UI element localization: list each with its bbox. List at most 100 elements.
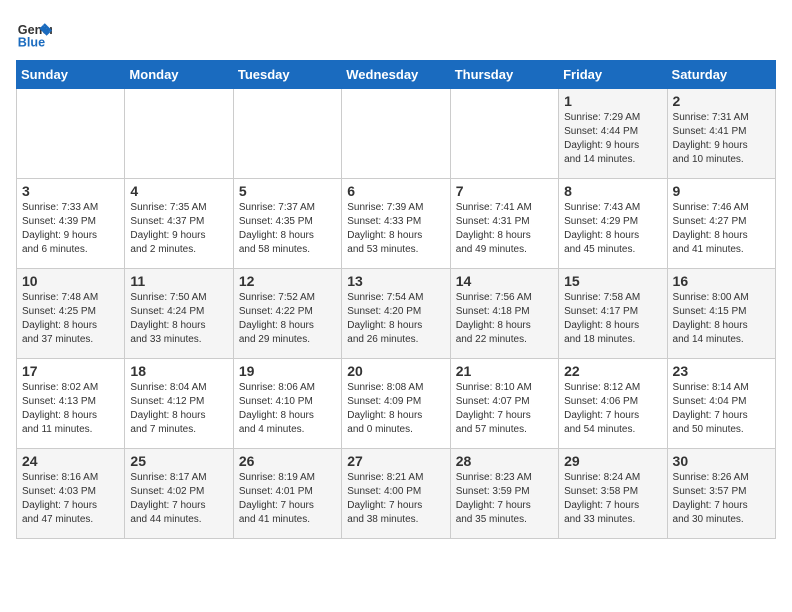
- calendar-week-row: 3Sunrise: 7:33 AM Sunset: 4:39 PM Daylig…: [17, 179, 776, 269]
- weekday-header-saturday: Saturday: [667, 61, 775, 89]
- weekday-header-wednesday: Wednesday: [342, 61, 450, 89]
- logo-icon: General Blue: [16, 16, 52, 52]
- day-info: Sunrise: 8:00 AM Sunset: 4:15 PM Dayligh…: [673, 291, 770, 347]
- day-info: Sunrise: 8:21 AM Sunset: 4:00 PM Dayligh…: [347, 471, 444, 527]
- day-number: 17: [22, 363, 119, 379]
- day-number: 1: [564, 93, 661, 109]
- day-number: 22: [564, 363, 661, 379]
- calendar-table: SundayMondayTuesdayWednesdayThursdayFrid…: [16, 60, 776, 539]
- day-number: 12: [239, 273, 336, 289]
- page-header: General Blue: [16, 16, 776, 52]
- calendar-cell: 2 Sunrise: 7:31 AM Sunset: 4:41 PM Daylig…: [667, 89, 775, 179]
- calendar-cell: 20Sunrise: 8:08 AM Sunset: 4:09 PM Dayli…: [342, 359, 450, 449]
- calendar-cell: 5Sunrise: 7:37 AM Sunset: 4:35 PM Daylig…: [233, 179, 341, 269]
- day-info: Sunrise: 8:26 AM Sunset: 3:57 PM Dayligh…: [673, 471, 770, 527]
- day-info: Sunrise: 8:19 AM Sunset: 4:01 PM Dayligh…: [239, 471, 336, 527]
- calendar-cell: 24Sunrise: 8:16 AM Sunset: 4:03 PM Dayli…: [17, 449, 125, 539]
- day-info: Sunrise: 7:58 AM Sunset: 4:17 PM Dayligh…: [564, 291, 661, 347]
- calendar-header: SundayMondayTuesdayWednesdayThursdayFrid…: [17, 61, 776, 89]
- calendar-cell: [233, 89, 341, 179]
- day-info: Sunrise: 7:50 AM Sunset: 4:24 PM Dayligh…: [130, 291, 227, 347]
- day-info: Sunrise: 8:06 AM Sunset: 4:10 PM Dayligh…: [239, 381, 336, 437]
- calendar-cell: 25 Sunrise: 8:17 AM Sunset: 4:02 PM Dayli…: [125, 449, 233, 539]
- day-number: 2: [673, 93, 770, 109]
- calendar-cell: [342, 89, 450, 179]
- day-number: 10: [22, 273, 119, 289]
- calendar-cell: 11 Sunrise: 7:50 AM Sunset: 4:24 PM Dayli…: [125, 269, 233, 359]
- day-info: Sunrise: 8:10 AM Sunset: 4:07 PM Dayligh…: [456, 381, 553, 437]
- day-number: 27: [347, 453, 444, 469]
- day-number: 28: [456, 453, 553, 469]
- calendar-cell: 23Sunrise: 8:14 AM Sunset: 4:04 PM Dayli…: [667, 359, 775, 449]
- calendar-cell: 30 Sunrise: 8:26 AM Sunset: 3:57 PM Dayli…: [667, 449, 775, 539]
- day-info: Sunrise: 7:29 AM Sunset: 4:44 PM Dayligh…: [564, 111, 661, 167]
- day-info: Sunrise: 8:24 AM Sunset: 3:58 PM Dayligh…: [564, 471, 661, 527]
- calendar-cell: 6 Sunrise: 7:39 AM Sunset: 4:33 PM Daylig…: [342, 179, 450, 269]
- day-number: 9: [673, 183, 770, 199]
- day-number: 14: [456, 273, 553, 289]
- day-info: Sunrise: 7:35 AM Sunset: 4:37 PM Dayligh…: [130, 201, 227, 257]
- weekday-header-tuesday: Tuesday: [233, 61, 341, 89]
- calendar-cell: 14 Sunrise: 7:56 AM Sunset: 4:18 PM Dayli…: [450, 269, 558, 359]
- calendar-cell: 28 Sunrise: 8:23 AM Sunset: 3:59 PM Dayli…: [450, 449, 558, 539]
- calendar-cell: 17 Sunrise: 8:02 AM Sunset: 4:13 PM Dayli…: [17, 359, 125, 449]
- logo: General Blue: [16, 16, 56, 52]
- day-number: 11: [130, 273, 227, 289]
- weekday-header-thursday: Thursday: [450, 61, 558, 89]
- day-info: Sunrise: 7:41 AM Sunset: 4:31 PM Dayligh…: [456, 201, 553, 257]
- day-number: 3: [22, 183, 119, 199]
- day-info: Sunrise: 8:17 AM Sunset: 4:02 PM Dayligh…: [130, 471, 227, 527]
- day-info: Sunrise: 7:39 AM Sunset: 4:33 PM Dayligh…: [347, 201, 444, 257]
- day-number: 15: [564, 273, 661, 289]
- day-info: Sunrise: 7:54 AM Sunset: 4:20 PM Dayligh…: [347, 291, 444, 347]
- day-info: Sunrise: 8:23 AM Sunset: 3:59 PM Dayligh…: [456, 471, 553, 527]
- calendar-cell: 18Sunrise: 8:04 AM Sunset: 4:12 PM Dayli…: [125, 359, 233, 449]
- day-number: 8: [564, 183, 661, 199]
- calendar-cell: [450, 89, 558, 179]
- day-number: 4: [130, 183, 227, 199]
- day-number: 6: [347, 183, 444, 199]
- calendar-cell: 12 Sunrise: 7:52 AM Sunset: 4:22 PM Dayli…: [233, 269, 341, 359]
- calendar-cell: 1 Sunrise: 7:29 AM Sunset: 4:44 PM Daylig…: [559, 89, 667, 179]
- day-info: Sunrise: 7:46 AM Sunset: 4:27 PM Dayligh…: [673, 201, 770, 257]
- day-info: Sunrise: 7:52 AM Sunset: 4:22 PM Dayligh…: [239, 291, 336, 347]
- day-info: Sunrise: 7:56 AM Sunset: 4:18 PM Dayligh…: [456, 291, 553, 347]
- calendar-week-row: 1 Sunrise: 7:29 AM Sunset: 4:44 PM Daylig…: [17, 89, 776, 179]
- calendar-cell: 3Sunrise: 7:33 AM Sunset: 4:39 PM Daylig…: [17, 179, 125, 269]
- calendar-cell: 16 Sunrise: 8:00 AM Sunset: 4:15 PM Dayli…: [667, 269, 775, 359]
- calendar-cell: 27 Sunrise: 8:21 AM Sunset: 4:00 PM Dayli…: [342, 449, 450, 539]
- day-info: Sunrise: 8:12 AM Sunset: 4:06 PM Dayligh…: [564, 381, 661, 437]
- calendar-cell: 8 Sunrise: 7:43 AM Sunset: 4:29 PM Daylig…: [559, 179, 667, 269]
- day-info: Sunrise: 7:37 AM Sunset: 4:35 PM Dayligh…: [239, 201, 336, 257]
- day-info: Sunrise: 8:08 AM Sunset: 4:09 PM Dayligh…: [347, 381, 444, 437]
- calendar-cell: 29 Sunrise: 8:24 AM Sunset: 3:58 PM Dayli…: [559, 449, 667, 539]
- day-number: 16: [673, 273, 770, 289]
- day-number: 30: [673, 453, 770, 469]
- day-info: Sunrise: 7:43 AM Sunset: 4:29 PM Dayligh…: [564, 201, 661, 257]
- day-number: 24: [22, 453, 119, 469]
- weekday-header-sunday: Sunday: [17, 61, 125, 89]
- calendar-cell: 9 Sunrise: 7:46 AM Sunset: 4:27 PM Daylig…: [667, 179, 775, 269]
- day-number: 21: [456, 363, 553, 379]
- day-number: 29: [564, 453, 661, 469]
- calendar-cell: 13 Sunrise: 7:54 AM Sunset: 4:20 PM Dayli…: [342, 269, 450, 359]
- day-number: 26: [239, 453, 336, 469]
- day-info: Sunrise: 7:48 AM Sunset: 4:25 PM Dayligh…: [22, 291, 119, 347]
- calendar-cell: 15 Sunrise: 7:58 AM Sunset: 4:17 PM Dayli…: [559, 269, 667, 359]
- calendar-week-row: 24Sunrise: 8:16 AM Sunset: 4:03 PM Dayli…: [17, 449, 776, 539]
- day-info: Sunrise: 8:14 AM Sunset: 4:04 PM Dayligh…: [673, 381, 770, 437]
- day-number: 25: [130, 453, 227, 469]
- calendar-cell: 10 Sunrise: 7:48 AM Sunset: 4:25 PM Dayli…: [17, 269, 125, 359]
- weekday-header-friday: Friday: [559, 61, 667, 89]
- day-number: 13: [347, 273, 444, 289]
- day-info: Sunrise: 7:31 AM Sunset: 4:41 PM Dayligh…: [673, 111, 770, 167]
- calendar-cell: 22 Sunrise: 8:12 AM Sunset: 4:06 PM Dayli…: [559, 359, 667, 449]
- weekday-header-row: SundayMondayTuesdayWednesdayThursdayFrid…: [17, 61, 776, 89]
- day-number: 18: [130, 363, 227, 379]
- calendar-cell: [125, 89, 233, 179]
- day-info: Sunrise: 8:02 AM Sunset: 4:13 PM Dayligh…: [22, 381, 119, 437]
- calendar-cell: 4 Sunrise: 7:35 AM Sunset: 4:37 PM Daylig…: [125, 179, 233, 269]
- day-number: 7: [456, 183, 553, 199]
- calendar-body: 1 Sunrise: 7:29 AM Sunset: 4:44 PM Daylig…: [17, 89, 776, 539]
- weekday-header-monday: Monday: [125, 61, 233, 89]
